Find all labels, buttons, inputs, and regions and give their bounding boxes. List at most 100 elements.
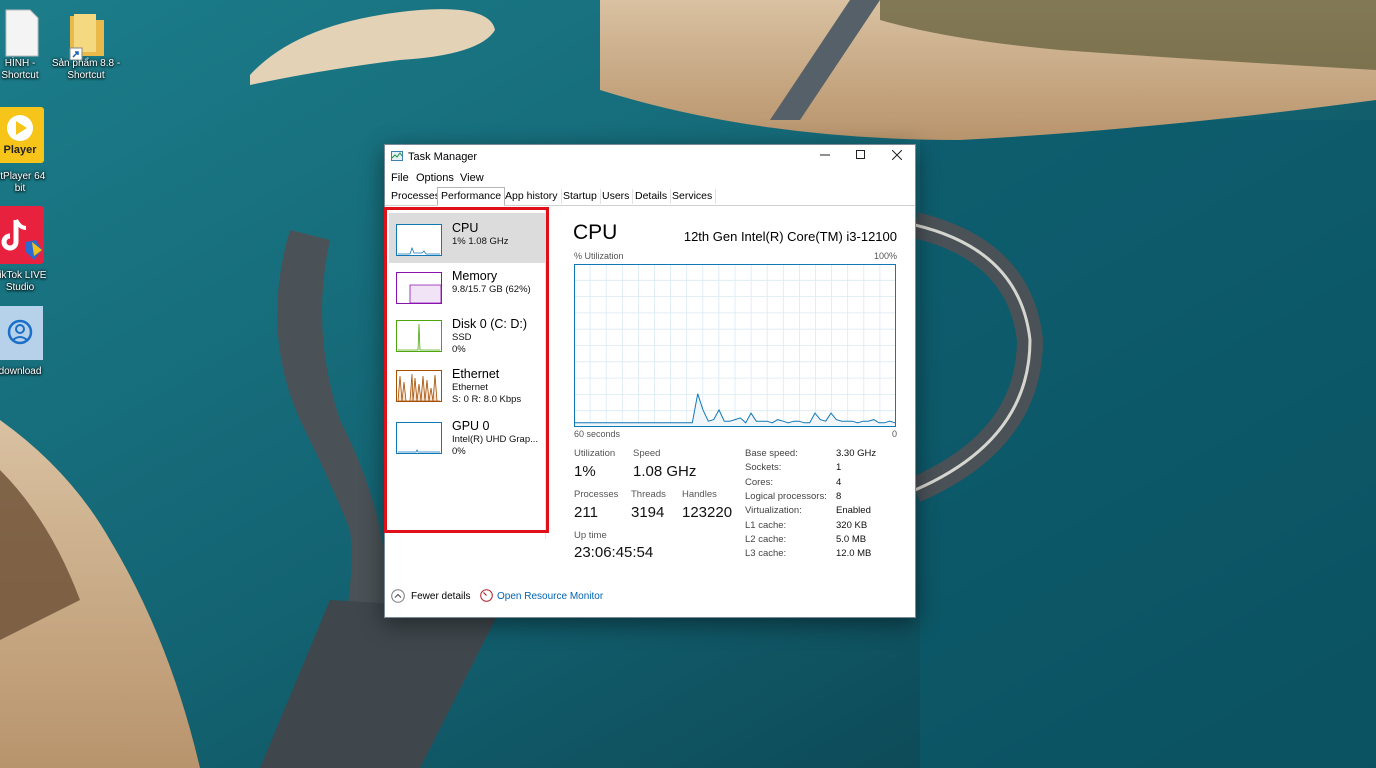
spec-label: L2 cache: [745, 534, 787, 545]
page-title: CPU [573, 221, 618, 244]
minimize-button[interactable] [807, 145, 843, 169]
uptime-value: 23:06:45:54 [574, 544, 654, 561]
tab-performance[interactable]: Performance [437, 187, 506, 206]
threads-value: 3194 [631, 504, 665, 521]
spec-label: Logical processors: [745, 491, 827, 502]
gpu-thumbnail-graph [396, 422, 442, 454]
processes-value: 211 [574, 504, 598, 521]
uptime-label: Up time [574, 530, 607, 541]
sidebar-item-detail: 1% 1.08 GHz [452, 236, 509, 247]
memory-thumbnail-graph [396, 272, 442, 304]
tab-services[interactable]: Services [669, 189, 717, 204]
spec-label: L3 cache: [745, 548, 787, 559]
cpu-thumbnail-graph [396, 224, 442, 256]
resource-sidebar: CPU 1% 1.08 GHz Memory 9.8/15.7 GB (62%)… [387, 209, 549, 539]
chart-x-label: 60 seconds [574, 429, 621, 439]
document-icon [5, 9, 39, 57]
sidebar-item-name: Memory [452, 269, 498, 283]
cpu-utilization-chart [574, 264, 896, 427]
handles-label: Handles [682, 489, 717, 500]
sidebar-item-detail: 0% [452, 446, 466, 457]
folder-shortcut-icon [69, 14, 104, 61]
sidebar-item-name: GPU 0 [452, 419, 490, 433]
desktop-icon-san-pham[interactable]: Sản phẩm 8.8 - Shortcut [43, 8, 129, 82]
task-manager-window: Task Manager File Options View Processes… [384, 144, 916, 618]
desktop-icon-download[interactable]: download [0, 306, 63, 378]
close-button[interactable] [879, 145, 915, 169]
sidebar-item-detail: Intel(R) UHD Grap... [452, 434, 539, 445]
speed-value: 1.08 GHz [633, 463, 697, 480]
desktop-icon-tiktok[interactable]: TikTok LIVE Studio [0, 206, 63, 294]
open-resource-monitor-link[interactable]: Open Resource Monitor [497, 591, 603, 602]
tab-details[interactable]: Details [632, 189, 672, 204]
tab-users[interactable]: Users [599, 189, 634, 204]
spec-value: 1 [836, 462, 842, 473]
sidebar-item-detail: S: 0 R: 8.0 Kbps [452, 394, 522, 405]
spec-value: 3.30 GHz [836, 448, 877, 459]
menu-options[interactable]: Options [416, 172, 454, 184]
desktop-icon-label: Shortcut [67, 70, 105, 81]
processes-label: Processes [574, 489, 619, 500]
cpu-model: 12th Gen Intel(R) Core(TM) i3-12100 [683, 229, 897, 244]
sidebar-item-disk[interactable]: Disk 0 (C: D:) SSD 0% [389, 309, 549, 359]
task-manager-icon [391, 151, 403, 161]
title-bar[interactable]: Task Manager [385, 145, 915, 169]
sidebar-item-cpu[interactable]: CPU 1% 1.08 GHz [389, 213, 549, 263]
sidebar-item-memory[interactable]: Memory 9.8/15.7 GB (62%) [389, 261, 549, 311]
spec-value: 5.0 MB [836, 534, 867, 545]
sidebar-item-name: CPU [452, 221, 479, 235]
menu-file[interactable]: File [391, 172, 409, 184]
disk-thumbnail-graph [396, 320, 442, 352]
desktop-icon-label: Studio [5, 282, 35, 293]
maximize-icon [856, 150, 865, 159]
resource-monitor-icon [480, 589, 493, 602]
sidebar-item-name: Disk 0 (C: D:) [452, 317, 527, 331]
menu-view[interactable]: View [460, 172, 484, 184]
spec-label: Sockets: [745, 462, 782, 473]
chart-x-end: 0 [891, 429, 897, 439]
spec-label: Base speed: [745, 448, 798, 459]
speed-label: Speed [633, 448, 661, 459]
utilization-value: 1% [574, 463, 596, 480]
sidebar-item-ethernet[interactable]: Ethernet Ethernet S: 0 R: 8.0 Kbps [389, 362, 549, 412]
tab-processes[interactable]: Processes [388, 189, 445, 204]
desktop-icon-potplayer[interactable]: Player otPlayer 64 bit [0, 107, 63, 195]
download-icon [7, 319, 33, 345]
maximize-button[interactable] [843, 145, 879, 169]
spec-value: Enabled [836, 505, 871, 516]
player-badge: Player [3, 144, 37, 156]
sidebar-item-detail: Ethernet [452, 382, 488, 393]
menu-bar: File Options View [385, 169, 915, 187]
sidebar-item-name: Ethernet [452, 367, 500, 381]
chart-y-max: 100% [873, 251, 897, 261]
desktop-icon-label: otPlayer 64 [0, 171, 46, 182]
spec-value: 12.0 MB [836, 548, 872, 559]
close-icon [891, 149, 903, 161]
handles-value: 123220 [682, 504, 733, 521]
spec-value: 8 [836, 491, 842, 502]
minimize-icon [820, 154, 830, 156]
tab-startup[interactable]: Startup [560, 189, 601, 204]
utilization-label: Utilization [574, 448, 616, 459]
window-title: Task Manager [408, 151, 478, 163]
sidebar-item-detail: 9.8/15.7 GB (62%) [452, 284, 531, 295]
tiktok-icon [0, 206, 44, 264]
fewer-details-link[interactable]: Fewer details [411, 591, 470, 602]
chart-y-label: % Utilization [574, 251, 624, 261]
sidebar-item-gpu[interactable]: GPU 0 Intel(R) UHD Grap... 0% [389, 414, 549, 464]
desktop-icon-label: download [0, 366, 42, 377]
spec-label: Virtualization: [745, 505, 802, 516]
sidebar-item-detail: SSD [452, 332, 472, 343]
tab-app-history[interactable]: App history [502, 189, 562, 204]
spec-value: 4 [836, 477, 842, 488]
spec-label: Cores: [745, 477, 773, 488]
spec-value: 320 KB [836, 520, 868, 531]
desktop-icon-label: bit [14, 183, 26, 194]
tab-bar: Processes Performance App history Startu… [385, 187, 915, 206]
desktop-icon-label: TikTok LIVE [0, 270, 47, 281]
ethernet-thumbnail-graph [396, 370, 442, 402]
footer-bar: Fewer details Open Resource Monitor [385, 585, 915, 611]
chevron-up-icon[interactable] [391, 589, 405, 603]
threads-label: Threads [631, 489, 666, 500]
sidebar-item-detail: 0% [452, 344, 466, 355]
